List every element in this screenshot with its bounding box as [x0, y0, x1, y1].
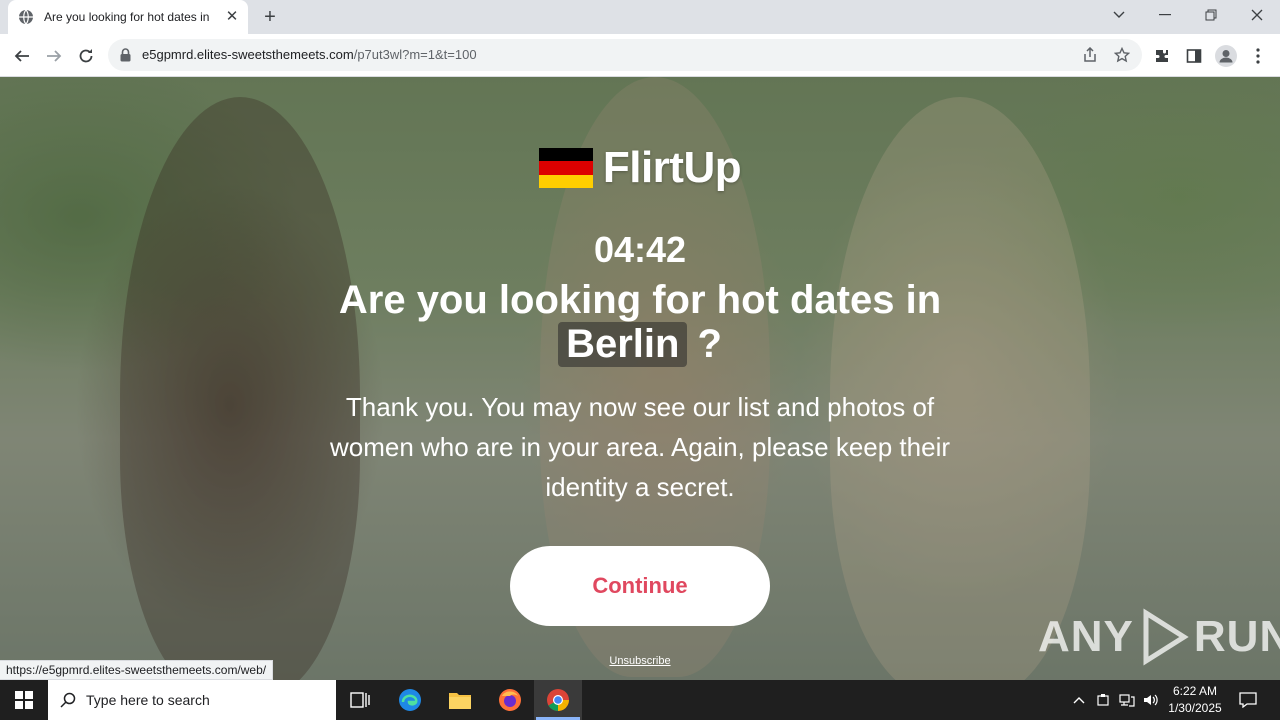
network-icon[interactable]: [1116, 680, 1138, 720]
bookmark-star-icon[interactable]: [1112, 45, 1132, 65]
active-tab[interactable]: Are you looking for hot dates in ✕: [8, 0, 248, 34]
search-icon: [60, 692, 76, 708]
tray-chevron-up-icon[interactable]: [1068, 680, 1090, 720]
file-explorer-icon[interactable]: [436, 680, 484, 720]
reload-icon[interactable]: [72, 42, 100, 70]
new-tab-button[interactable]: +: [258, 5, 282, 29]
lock-icon: [120, 48, 131, 62]
clock-time: 6:22 AM: [1172, 684, 1218, 698]
url-path: /p7ut3wl?m=1&t=100: [353, 47, 477, 62]
headline: Are you looking for hot dates in: [338, 278, 942, 322]
link-status-bar: https://e5gpmrd.elites-sweetsthemeets.co…: [0, 660, 274, 680]
brand-name: FlirtUp: [602, 143, 742, 192]
tab-search-icon[interactable]: [1096, 0, 1142, 30]
minimize-icon[interactable]: [1142, 0, 1188, 30]
tab-strip: Are you looking for hot dates in ✕ +: [0, 0, 1280, 34]
share-icon[interactable]: [1080, 45, 1100, 65]
url-text: e5gpmrd.elites-sweetsthemeets.com/p7ut3w…: [142, 47, 477, 62]
side-panel-icon[interactable]: [1180, 42, 1208, 70]
back-arrow-icon[interactable]: [8, 42, 36, 70]
brand-header: FlirtUp: [0, 143, 1280, 193]
firefox-icon[interactable]: [486, 680, 534, 720]
taskbar-search-box[interactable]: Type here to search: [48, 680, 336, 720]
watermark-left-text: ANY: [1038, 612, 1134, 661]
question-mark: ?: [697, 322, 722, 366]
windows-taskbar: Type here to search 6:22 AM 1/30/2025: [0, 680, 1280, 720]
web-page: FlirtUp 04:42 Are you looking for hot da…: [0, 77, 1280, 680]
volume-icon[interactable]: [1140, 680, 1162, 720]
close-window-icon[interactable]: [1234, 0, 1280, 30]
play-logo-icon: [1143, 608, 1189, 666]
city-line: Berlin ?: [0, 322, 1280, 367]
city-name: Berlin: [558, 322, 688, 367]
watermark-right-text: RUN: [1193, 612, 1280, 661]
taskbar-search-placeholder: Type here to search: [86, 692, 210, 708]
globe-icon: [19, 9, 33, 25]
extensions-icon[interactable]: [1148, 42, 1176, 70]
forward-arrow-icon[interactable]: [40, 42, 68, 70]
continue-button[interactable]: Continue: [510, 546, 770, 626]
tab-close-icon[interactable]: ✕: [224, 9, 240, 25]
browser-toolbar: e5gpmrd.elites-sweetsthemeets.com/p7ut3w…: [0, 34, 1280, 77]
edge-browser-icon[interactable]: [386, 680, 434, 720]
address-bar[interactable]: e5gpmrd.elites-sweetsthemeets.com/p7ut3w…: [108, 39, 1142, 71]
clock-date: 1/30/2025: [1168, 701, 1222, 715]
notifications-icon[interactable]: [1234, 680, 1262, 720]
countdown-timer: 04:42: [593, 229, 687, 270]
url-host: e5gpmrd.elites-sweetsthemeets.com: [142, 47, 354, 62]
windows-start-icon[interactable]: [0, 680, 48, 720]
thank-you-message: Thank you. You may now see our list and …: [329, 392, 951, 502]
tray-device-icon[interactable]: [1092, 680, 1114, 720]
restore-icon[interactable]: [1188, 0, 1234, 30]
system-clock[interactable]: 6:22 AM 1/30/2025: [1162, 683, 1228, 717]
chrome-taskbar-icon[interactable]: [534, 680, 582, 720]
anyrun-watermark: ANY RUN: [1038, 607, 1280, 667]
germany-flag-icon: [538, 148, 593, 188]
menu-kebab-icon[interactable]: [1244, 42, 1272, 70]
tab-title: Are you looking for hot dates in: [44, 10, 210, 24]
profile-avatar-icon[interactable]: [1212, 42, 1240, 70]
task-view-icon[interactable]: [336, 680, 384, 720]
